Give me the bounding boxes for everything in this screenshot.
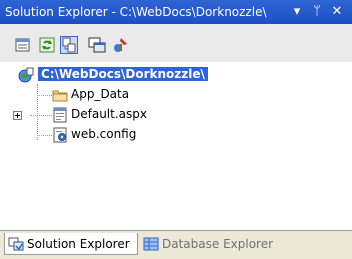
solution-tree[interactable]: C:\WebDocs\Dorknozzle\ App_Data Default.… <box>0 62 352 230</box>
tab-database-explorer[interactable]: Database Explorer <box>140 233 290 255</box>
properties-icon <box>15 38 30 52</box>
tree-item-label: web.config <box>71 127 137 141</box>
tree-item-label: App_Data <box>71 87 130 101</box>
properties-button[interactable] <box>14 36 32 54</box>
aspx-file-icon <box>53 107 67 123</box>
window-title: Solution Explorer - C:\WebDocs\Dorknozzl… <box>5 5 267 19</box>
web-project-icon <box>18 67 34 83</box>
asp-net-configuration-icon <box>114 38 127 52</box>
tab-label: Solution Explorer <box>27 237 130 251</box>
tree-root-node[interactable]: C:\WebDocs\Dorknozzle\ <box>18 66 248 84</box>
refresh-icon <box>39 37 55 53</box>
tree-item-default-aspx[interactable]: Default.aspx <box>52 106 212 124</box>
database-explorer-icon <box>143 237 159 251</box>
tree-connector-web-config <box>37 135 52 136</box>
tree-item-label: Default.aspx <box>71 107 147 121</box>
auto-hide-pin-button[interactable]: ᛘ <box>309 4 325 20</box>
tree-connector-vertical <box>37 84 38 140</box>
nest-related-files-icon <box>62 37 76 53</box>
refresh-button[interactable] <box>38 36 56 54</box>
asp-net-configuration-button[interactable] <box>112 36 130 54</box>
window-position-dropdown-button[interactable]: ▾ <box>289 4 305 20</box>
expand-default-aspx-button[interactable] <box>13 111 22 120</box>
root-node-label: C:\WebDocs\Dorknozzle\ <box>38 67 208 81</box>
tree-item-app-data[interactable]: App_Data <box>52 86 192 104</box>
tab-solution-explorer[interactable]: Solution Explorer <box>4 233 138 255</box>
tree-connector-default-aspx <box>30 115 52 116</box>
copy-web-site-button[interactable] <box>88 36 106 54</box>
toolbar <box>0 24 352 62</box>
title-bar: Solution Explorer - C:\WebDocs\Dorknozzl… <box>0 0 352 24</box>
folder-icon <box>52 90 68 102</box>
tab-label: Database Explorer <box>162 237 274 251</box>
bottom-tab-bar: Solution Explorer Database Explorer <box>0 230 352 259</box>
tree-item-web-config[interactable]: web.config <box>52 126 192 144</box>
tree-connector-app-data <box>37 95 52 96</box>
nest-related-files-button[interactable] <box>60 36 78 54</box>
close-button[interactable]: ✕ <box>329 4 345 20</box>
copy-web-site-icon <box>88 37 106 53</box>
solution-explorer-icon <box>8 237 24 251</box>
config-file-icon <box>53 127 67 143</box>
